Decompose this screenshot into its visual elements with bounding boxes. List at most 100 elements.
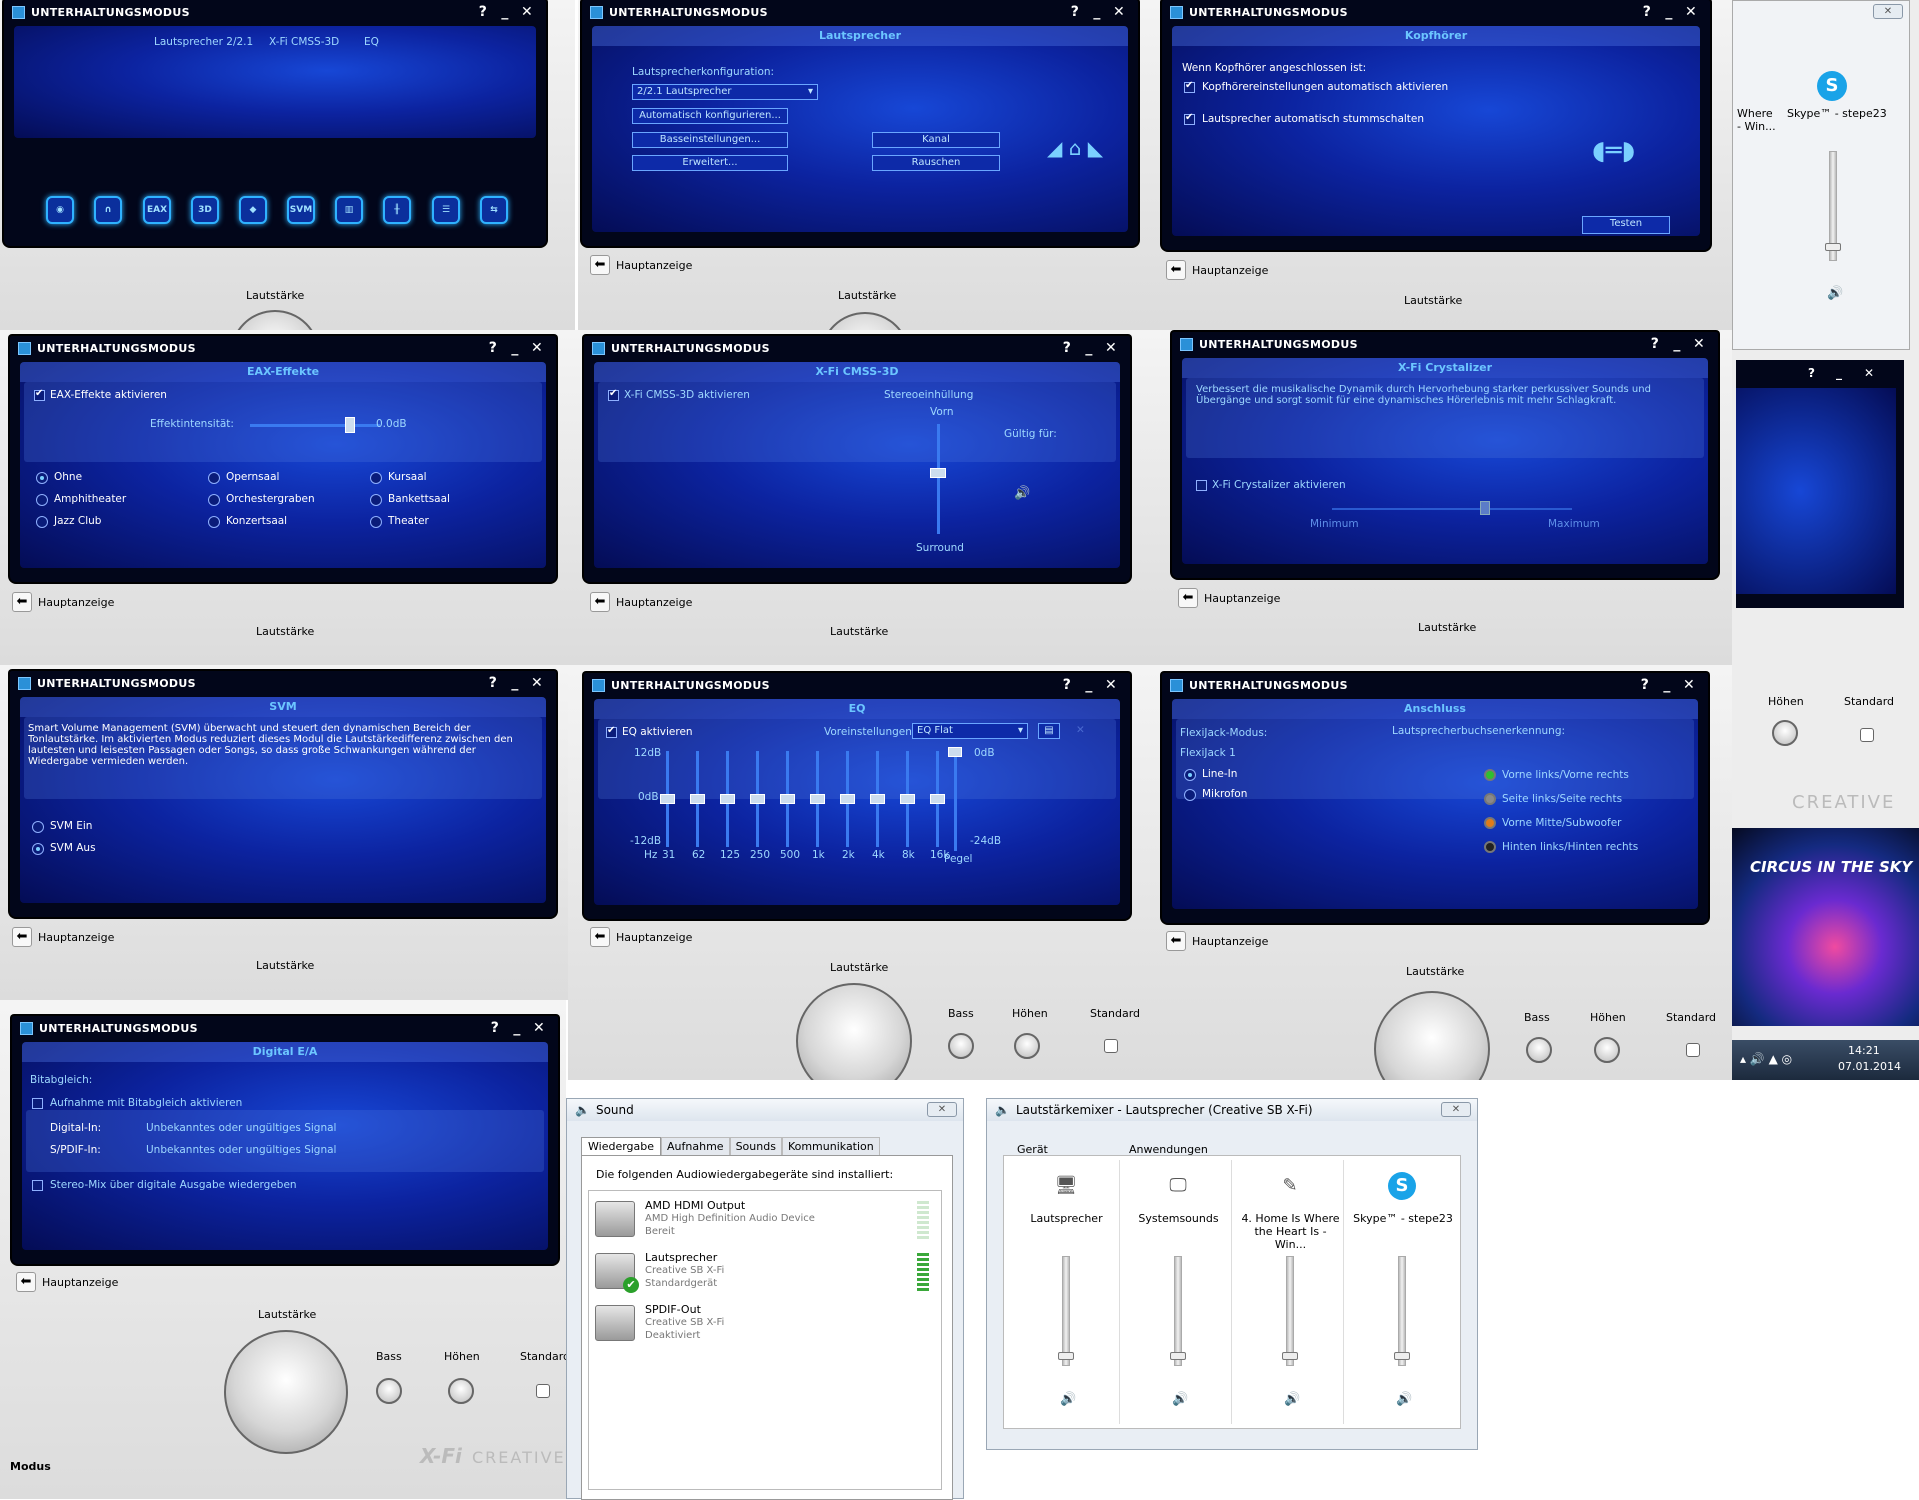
eq-band-thumb[interactable] [690,794,705,804]
minimize-button[interactable]: _ [1836,366,1842,380]
back-arrow-icon[interactable]: ⬅ [590,255,610,275]
preset-radio-bankettsaal[interactable] [370,494,382,506]
minimize-button[interactable]: _ [1078,677,1100,693]
help-button[interactable]: ? [1056,677,1078,693]
bass-knob[interactable] [1526,1037,1552,1063]
eq-band-thumb[interactable] [930,794,945,804]
back-nav[interactable]: ⬅ Hauptanzeige [1166,260,1268,280]
preset-radio-konzertsaal[interactable] [208,516,220,528]
preset-radio-ohne[interactable] [36,472,48,484]
connection-icon[interactable]: ⇆ [480,196,508,224]
minimize-button[interactable]: _ [1078,340,1100,356]
svm-on-radio[interactable] [32,821,44,833]
level-slider[interactable] [954,753,957,851]
treble-knob[interactable] [1594,1037,1620,1063]
link-eq[interactable]: EQ [364,36,379,48]
mode-label[interactable]: Modus [10,1460,51,1473]
clock[interactable]: 14:21 [1848,1044,1880,1057]
close-button[interactable]: ✕ [1100,677,1122,693]
help-button[interactable]: ? [1056,340,1078,356]
treble-knob[interactable] [1014,1033,1040,1059]
date[interactable]: 07.01.2014 [1838,1060,1901,1073]
eq-band-thumb[interactable] [810,794,825,804]
treble-knob[interactable] [448,1378,474,1404]
link-speakers[interactable]: Lautsprecher 2/2.1 [154,36,253,48]
speaker-icon[interactable]: ◉ [46,196,74,224]
bass-knob[interactable] [948,1033,974,1059]
channel-slider[interactable] [1174,1256,1182,1366]
stereo-thumb[interactable] [930,468,946,478]
eq-enable-checkbox[interactable] [606,725,617,738]
close-button[interactable]: ✕ [1678,677,1700,693]
tab-wiedergabe[interactable]: Wiedergabe [581,1137,662,1156]
help-button[interactable]: ? [1644,336,1666,352]
settings-icon[interactable]: ☰ [432,196,460,224]
help-button[interactable]: ? [472,4,494,20]
eq-band-thumb[interactable] [780,794,795,804]
svm-off-radio[interactable] [32,843,44,855]
preset-radio-amphitheater[interactable] [36,494,48,506]
speaker-icon[interactable]: 🔊 [1396,1392,1412,1407]
back-arrow-icon[interactable]: ⬅ [16,1272,36,1292]
minimize-button[interactable]: _ [1656,677,1678,693]
3d-icon[interactable]: 3D [191,196,219,224]
volume-knob[interactable] [230,310,320,330]
standard-button[interactable] [1860,728,1874,742]
back-nav[interactable]: ⬅ Hauptanzeige [12,592,114,612]
close-button[interactable]: ✕ [1864,366,1874,380]
back-nav[interactable]: ⬅ Hauptanzeige [1178,588,1280,608]
close-button[interactable]: ✕ [528,1020,550,1036]
help-button[interactable]: ? [1808,366,1815,380]
close-button[interactable]: ✕ [927,1102,957,1117]
test-button[interactable]: Testen [1582,216,1670,234]
channel-slider[interactable] [1286,1256,1294,1366]
channel-slider-thumb[interactable] [1170,1352,1186,1360]
close-button[interactable]: ✕ [526,340,548,356]
channel-slider[interactable] [1062,1256,1070,1366]
eq-band-thumb[interactable] [720,794,735,804]
intensity-thumb[interactable] [345,417,355,433]
minimize-button[interactable]: _ [504,675,526,691]
close-button[interactable]: ✕ [526,675,548,691]
bass-settings-button[interactable]: Basseinstellungen... [632,132,788,148]
back-arrow-icon[interactable]: ⬅ [12,592,32,612]
config-dropdown[interactable]: 2/2.1 Lautsprecher ▾ [632,84,818,100]
speaker-icon[interactable]: 🔊 [1060,1392,1076,1407]
volume-knob[interactable] [820,312,910,330]
back-nav[interactable]: ⬅ Hauptanzeige [1166,931,1268,951]
preset-radio-opernsaal[interactable] [208,472,220,484]
eax-icon[interactable]: EAX [143,196,171,224]
speaker-icon[interactable]: 🔊 [1172,1392,1188,1407]
eax-enable-checkbox[interactable] [34,388,45,401]
eq-icon[interactable]: ▥ [335,196,363,224]
standard-button[interactable] [536,1384,550,1398]
device-row[interactable]: Lautsprecher Creative SB X-Fi Standardge… [593,1249,933,1299]
stereo-slider[interactable] [937,424,940,534]
skype-slider-thumb[interactable] [1825,243,1841,251]
speaker-icon[interactable]: 🔊 [1284,1392,1300,1407]
eq-band-thumb[interactable] [900,794,915,804]
close-button[interactable]: ✕ [516,4,538,20]
back-nav[interactable]: ⬅ Hauptanzeige [16,1272,118,1292]
preset-radio-orchestergraben[interactable] [208,494,220,506]
close-button[interactable]: ✕ [1100,340,1122,356]
intensity-slider[interactable] [250,424,380,427]
minimize-button[interactable]: _ [504,340,526,356]
minimize-button[interactable]: _ [1658,4,1680,20]
crystal-slider[interactable] [1332,508,1572,510]
mute-speakers-checkbox[interactable] [1184,112,1195,125]
volume-knob[interactable] [1374,991,1490,1080]
standard-button[interactable] [1104,1039,1118,1053]
tray-icons[interactable]: ▴ 🔊 ▲ ◎ [1740,1052,1792,1066]
help-button[interactable]: ? [1064,4,1086,20]
preset-radio-jazzclub[interactable] [36,516,48,528]
eq-preset-dropdown[interactable]: EQ Flat ▾ [912,723,1028,739]
mixer-icon[interactable]: ╫ [383,196,411,224]
minimize-button[interactable]: _ [1666,336,1688,352]
auto-config-button[interactable]: Automatisch konfigurieren... [632,108,788,124]
channel-slider-thumb[interactable] [1394,1352,1410,1360]
noise-button[interactable]: Rauschen [872,155,1000,171]
advanced-button[interactable]: Erweitert... [632,155,788,171]
bitmatch-checkbox[interactable] [32,1098,43,1109]
minimize-button[interactable]: _ [506,1020,528,1036]
